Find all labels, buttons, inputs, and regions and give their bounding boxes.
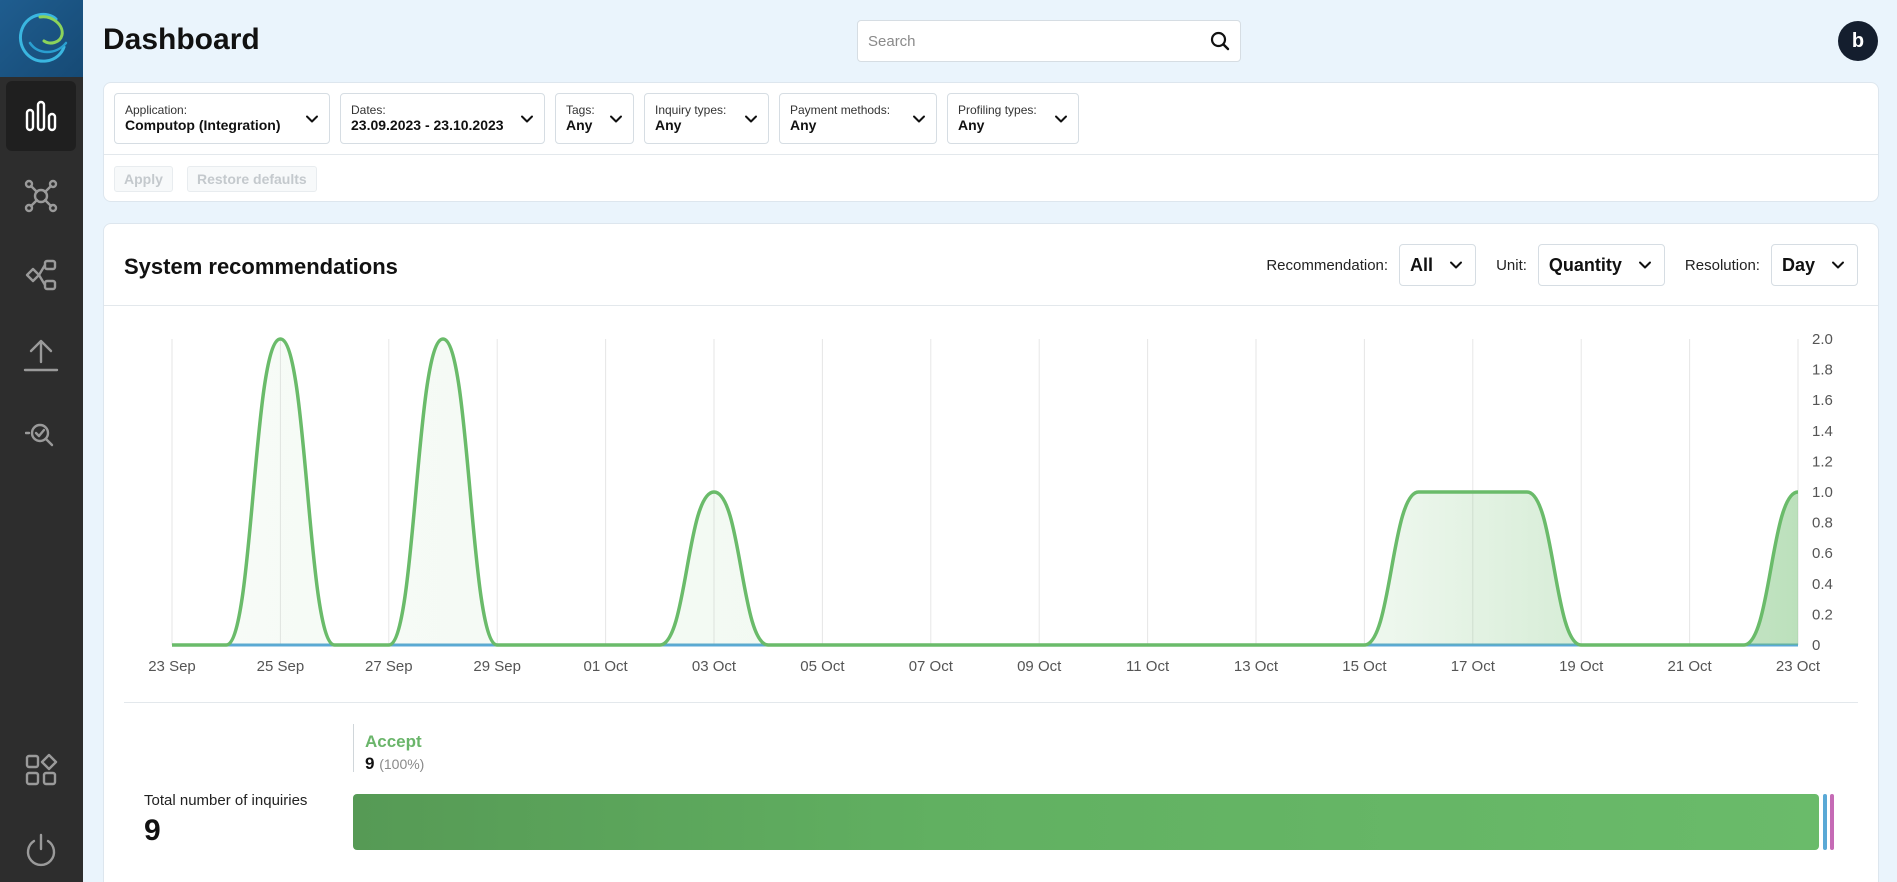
logo-icon	[18, 12, 67, 63]
workflow-icon	[25, 259, 57, 291]
accept-count: 9	[365, 754, 375, 773]
accept-percent: (100%)	[379, 756, 425, 772]
filter-label: Application:	[125, 103, 188, 117]
x-tick-label: 23 Oct	[1776, 658, 1821, 675]
filter-inquiry-types[interactable]: Inquiry types: Any	[644, 93, 769, 144]
other-bar-2[interactable]	[1830, 794, 1834, 850]
sidebar-item-upload[interactable]	[6, 320, 76, 390]
sidebar-item-workflow[interactable]	[6, 240, 76, 310]
apps-grid-icon	[25, 753, 58, 786]
sidebar-item-apps[interactable]	[6, 735, 76, 805]
chevron-down-icon	[610, 115, 622, 123]
filters-panel: Application: Computop (Integration) Dates:…	[103, 82, 1879, 202]
y-tick-label: 1.0	[1812, 484, 1833, 501]
sidebar-item-network[interactable]	[6, 161, 76, 231]
filter-tags[interactable]: Tags: Any	[555, 93, 634, 144]
upload-icon	[23, 339, 59, 372]
sidebar-item-inspect[interactable]	[6, 399, 76, 469]
x-tick-label: 23 Sep	[148, 658, 196, 675]
chevron-down-icon	[1055, 115, 1067, 123]
y-tick-label: 1.2	[1812, 453, 1833, 470]
sidebar	[0, 0, 83, 882]
x-tick-label: 09 Oct	[1017, 658, 1062, 675]
x-tick-label: 03 Oct	[692, 658, 737, 675]
sidebar-item-logout[interactable]	[6, 815, 76, 882]
filter-profiling-types[interactable]: Profiling types: Any	[947, 93, 1079, 144]
total-inquiries-label: Total number of inquiries	[144, 792, 308, 809]
filter-label: Tags:	[566, 103, 595, 117]
y-tick-label: 1.8	[1812, 362, 1833, 379]
chevron-down-icon	[745, 115, 757, 123]
chevron-down-icon	[306, 115, 318, 123]
system-recommendations-panel: System recommendations Recommendation: A…	[103, 223, 1879, 882]
y-tick-label: 2.0	[1812, 331, 1833, 348]
x-tick-label: 07 Oct	[909, 658, 954, 675]
x-tick-label: 29 Sep	[473, 658, 521, 675]
filters-row: Application: Computop (Integration) Dates:…	[114, 93, 1079, 144]
x-tick-label: 19 Oct	[1559, 658, 1604, 675]
chevron-down-icon	[913, 115, 925, 123]
apply-button[interactable]: Apply	[114, 166, 173, 192]
x-tick-label: 15 Oct	[1342, 658, 1387, 675]
accept-label: Accept	[365, 732, 422, 751]
filter-dates[interactable]: Dates: 23.09.2023 - 23.10.2023	[340, 93, 545, 144]
filter-value: 23.09.2023 - 23.10.2023	[351, 117, 504, 133]
filter-value: Computop (Integration)	[125, 117, 281, 133]
filter-label: Payment methods:	[790, 103, 891, 117]
accept-bar[interactable]	[353, 794, 1819, 850]
bar-chart-icon	[25, 100, 57, 132]
x-tick-label: 17 Oct	[1451, 658, 1496, 675]
filter-application[interactable]: Application: Computop (Integration)	[114, 93, 330, 144]
y-tick-label: 1.4	[1812, 423, 1833, 440]
sidebar-item-statistics[interactable]	[6, 81, 76, 151]
logo[interactable]	[0, 0, 83, 77]
other-bar-1[interactable]	[1823, 794, 1827, 850]
restore-defaults-button[interactable]: Restore defaults	[187, 166, 317, 192]
filters-divider	[104, 154, 1878, 155]
y-tick-label: 1.6	[1812, 392, 1833, 409]
y-tick-label: 0	[1812, 637, 1820, 654]
search-input[interactable]	[868, 32, 1210, 50]
x-tick-label: 05 Oct	[800, 658, 845, 675]
power-icon	[26, 833, 56, 867]
y-tick-label: 0.2	[1812, 606, 1833, 623]
page-title: Dashboard	[103, 23, 260, 56]
accept-value: 9 (100%)	[365, 754, 424, 774]
filter-value: Any	[655, 117, 682, 133]
search-check-icon	[25, 423, 54, 447]
search-icon[interactable]	[1210, 31, 1230, 51]
filter-value: Any	[958, 117, 985, 133]
filter-value: Any	[790, 117, 817, 133]
chart-divider	[124, 702, 1858, 703]
filter-value: Any	[566, 117, 593, 133]
recommendations-chart: 23 Sep 25 Sep 27 Sep 29 Sep 01 Oct 03 Oct 05 O…	[148, 331, 1833, 675]
avatar[interactable]: b	[1838, 21, 1878, 61]
x-tick-label: 25 Sep	[257, 658, 305, 675]
x-tick-label: 01 Oct	[584, 658, 629, 675]
x-tick-label: 11 Oct	[1126, 658, 1170, 675]
network-icon	[24, 179, 58, 213]
x-tick-label: 13 Oct	[1234, 658, 1279, 675]
filter-label: Inquiry types:	[655, 103, 727, 117]
filter-payment-methods[interactable]: Payment methods: Any	[779, 93, 937, 144]
x-tick-label: 21 Oct	[1668, 658, 1713, 675]
filter-label: Profiling types:	[958, 103, 1037, 117]
y-tick-label: 0.8	[1812, 515, 1833, 532]
y-tick-label: 0.6	[1812, 545, 1833, 562]
x-tick-label: 27 Sep	[365, 658, 413, 675]
legend-divider	[353, 724, 354, 772]
search-box[interactable]	[857, 20, 1241, 62]
chevron-down-icon	[521, 115, 533, 123]
total-inquiries-value: 9	[144, 814, 161, 847]
filter-label: Dates:	[351, 103, 386, 117]
y-tick-label: 0.4	[1812, 576, 1833, 593]
